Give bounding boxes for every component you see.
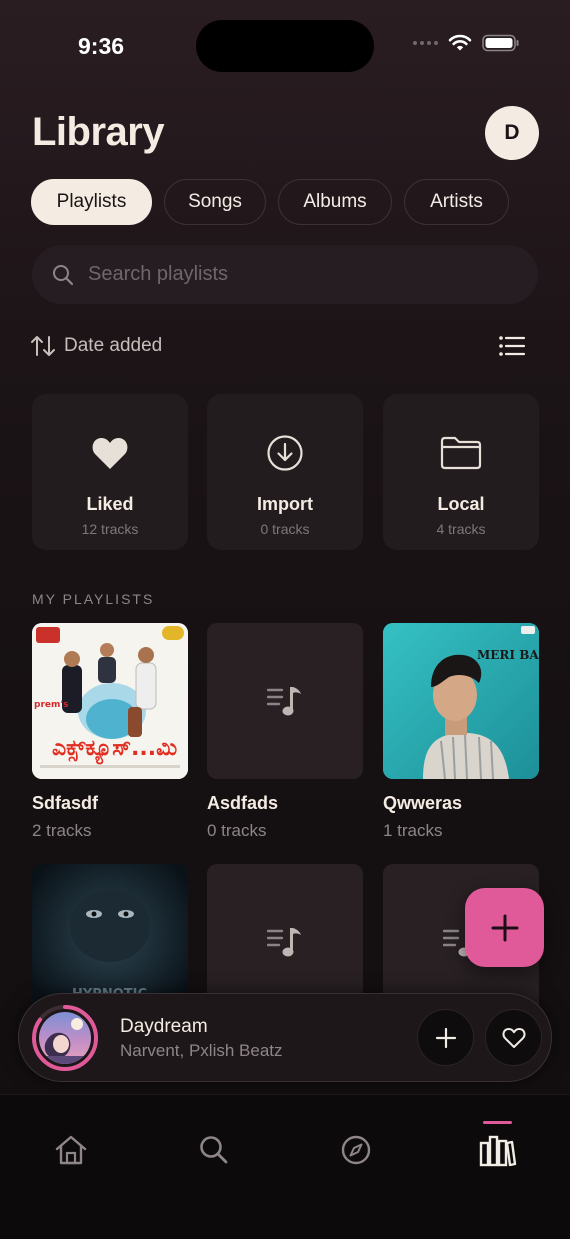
search-icon xyxy=(200,1136,228,1164)
portrait-album-art: MERI BANOGI KYA xyxy=(383,623,539,779)
wifi-icon xyxy=(448,34,472,51)
list-view-icon[interactable] xyxy=(498,335,526,357)
import-card[interactable]: Import 0 tracks xyxy=(207,394,363,550)
folder-icon xyxy=(440,436,482,470)
sort-label: Date added xyxy=(64,335,163,356)
sort-arrows-icon xyxy=(31,336,55,356)
playlist-name: Qwweras xyxy=(383,793,463,813)
avatar[interactable]: D xyxy=(485,106,539,160)
music-note-placeholder-icon xyxy=(267,928,301,957)
playlist-card[interactable]: MERI BANOGI KYA Qwweras 1 tracks xyxy=(383,623,539,841)
home-icon xyxy=(55,1135,87,1165)
playlist-card[interactable]: Asdfads 0 tracks xyxy=(207,623,363,841)
active-tab-indicator xyxy=(483,1121,512,1124)
section-heading: MY PLAYLISTS xyxy=(32,591,155,607)
status-icons xyxy=(413,34,520,52)
create-playlist-button[interactable] xyxy=(465,888,544,967)
nav-library[interactable] xyxy=(478,1130,518,1170)
dynamic-island xyxy=(196,20,374,72)
import-count: 0 tracks xyxy=(260,521,310,537)
nav-search[interactable] xyxy=(194,1130,234,1170)
heart-icon xyxy=(92,437,128,469)
svg-text:prem's: prem's xyxy=(34,700,68,710)
nav-home[interactable] xyxy=(51,1130,91,1170)
search-icon xyxy=(53,264,74,285)
search-bar[interactable] xyxy=(32,245,538,304)
playlist-cover: prem's ಎಕ್ಸ್‌ಕ್ಯೂಸ್...ಮಿ xyxy=(32,623,188,779)
local-label: Local xyxy=(437,494,485,514)
add-to-playlist-button[interactable] xyxy=(417,1009,474,1066)
import-label: Import xyxy=(257,494,313,514)
nav-explore[interactable] xyxy=(336,1130,376,1170)
local-count: 4 tracks xyxy=(436,521,486,537)
tab-playlists[interactable]: Playlists xyxy=(31,179,152,225)
cover-text: MERI BANOGI KYA xyxy=(477,648,539,662)
liked-count: 12 tracks xyxy=(81,521,139,537)
status-bar: 9:36 xyxy=(0,0,570,90)
compass-icon xyxy=(341,1135,371,1165)
playlist-count: 1 tracks xyxy=(383,821,443,840)
playlist-cover: MERI BANOGI KYA xyxy=(383,623,539,779)
playlist-name: Sdfasdf xyxy=(32,793,99,813)
liked-card[interactable]: Liked 12 tracks xyxy=(32,394,188,550)
status-time: 9:36 xyxy=(78,33,125,59)
library-icon xyxy=(479,1135,517,1167)
now-playing-artwork[interactable] xyxy=(31,1004,99,1072)
playlist-name: Asdfads xyxy=(207,793,279,813)
tab-songs[interactable]: Songs xyxy=(164,179,266,225)
library-tabs: Playlists Songs Albums Artists xyxy=(31,179,509,225)
tab-albums[interactable]: Albums xyxy=(278,179,392,225)
track-artist: Narvent, Pxlish Beatz xyxy=(120,1041,283,1060)
plus-icon xyxy=(491,914,518,941)
page-title: Library xyxy=(32,110,165,154)
local-card[interactable]: Local 4 tracks xyxy=(383,394,539,550)
movie-poster-art: prem's ಎಕ್ಸ್‌ಕ್ಯೂಸ್...ಮಿ xyxy=(32,623,188,779)
battery-icon xyxy=(482,34,519,52)
sort-button[interactable]: Date added xyxy=(30,334,162,358)
heart-outline-icon xyxy=(502,1027,525,1048)
playlist-count: 0 tracks xyxy=(207,821,267,840)
now-playing-bar[interactable]: Daydream Narvent, Pxlish Beatz xyxy=(18,993,552,1082)
playlist-card[interactable]: prem's ಎಕ್ಸ್‌ಕ್ಯೂಸ್...ಮಿ Sdfasdf 2 track… xyxy=(32,623,188,841)
playlist-cover xyxy=(207,623,363,779)
cellular-icon xyxy=(413,41,438,45)
playlist-count: 2 tracks xyxy=(32,821,92,840)
like-button[interactable] xyxy=(485,1009,542,1066)
liked-label: Liked xyxy=(86,494,134,514)
tab-artists[interactable]: Artists xyxy=(404,179,509,225)
search-input[interactable] xyxy=(88,263,508,286)
plus-icon xyxy=(435,1027,456,1048)
music-note-placeholder-icon xyxy=(267,687,301,716)
download-icon xyxy=(267,435,303,471)
track-title: Daydream xyxy=(120,1016,208,1037)
